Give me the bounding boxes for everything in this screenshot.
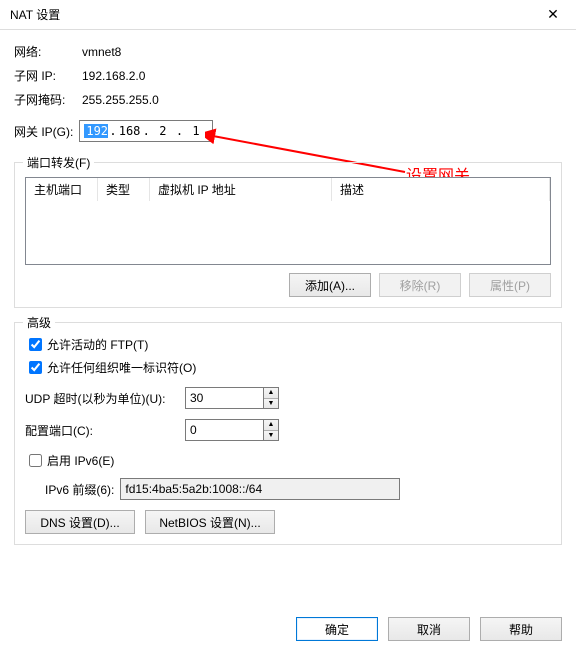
gateway-label: 网关 IP(G): bbox=[14, 123, 73, 140]
dns-settings-button[interactable]: DNS 设置(D)... bbox=[25, 510, 135, 534]
allow-active-ftp-label: 允许活动的 FTP(T) bbox=[47, 336, 148, 353]
subnet-ip-label: 子网 IP: bbox=[14, 66, 82, 86]
spin-up-icon[interactable]: ▲ bbox=[264, 388, 278, 399]
enable-ipv6-label: 启用 IPv6(E) bbox=[47, 452, 114, 469]
titlebar: NAT 设置 ✕ bbox=[0, 0, 576, 30]
udp-timeout-input[interactable] bbox=[185, 387, 263, 409]
window-title: NAT 设置 bbox=[10, 6, 532, 23]
ipv6-prefix-input bbox=[120, 478, 400, 500]
properties-button: 属性(P) bbox=[469, 273, 551, 297]
col-type[interactable]: 类型 bbox=[98, 178, 150, 201]
spin-down-icon[interactable]: ▼ bbox=[264, 431, 278, 441]
enable-ipv6-checkbox[interactable] bbox=[29, 454, 42, 467]
help-button[interactable]: 帮助 bbox=[480, 617, 562, 641]
col-vm-ip[interactable]: 虚拟机 IP 地址 bbox=[150, 178, 332, 201]
advanced-legend: 高级 bbox=[23, 314, 55, 331]
udp-timeout-spinner[interactable]: ▲ ▼ bbox=[185, 387, 279, 409]
allow-active-ftp-checkbox[interactable] bbox=[29, 338, 42, 351]
advanced-group: 高级 允许活动的 FTP(T) 允许任何组织唯一标识符(O) UDP 超时(以秒… bbox=[14, 322, 562, 545]
port-forward-list[interactable]: 主机端口 类型 虚拟机 IP 地址 描述 bbox=[25, 177, 551, 265]
list-header: 主机端口 类型 虚拟机 IP 地址 描述 bbox=[26, 178, 550, 200]
gateway-ip-input[interactable]: 192 . 168 . 2 . 1 bbox=[79, 120, 213, 142]
ip-octet-3[interactable]: 2 bbox=[151, 124, 175, 138]
col-desc[interactable]: 描述 bbox=[332, 178, 550, 201]
network-label: 网络: bbox=[14, 42, 82, 62]
udp-timeout-label: UDP 超时(以秒为单位)(U): bbox=[25, 390, 185, 407]
remove-button: 移除(R) bbox=[379, 273, 461, 297]
ipv6-prefix-label: IPv6 前缀(6): bbox=[45, 481, 114, 498]
subnet-mask-label: 子网掩码: bbox=[14, 90, 82, 110]
cancel-button[interactable]: 取消 bbox=[388, 617, 470, 641]
config-port-spinner[interactable]: ▲ ▼ bbox=[185, 419, 279, 441]
col-host-port[interactable]: 主机端口 bbox=[26, 178, 98, 201]
ip-octet-2[interactable]: 168 bbox=[118, 124, 142, 138]
subnet-mask-value: 255.255.255.0 bbox=[82, 90, 159, 110]
network-value: vmnet8 bbox=[82, 42, 121, 62]
config-port-label: 配置端口(C): bbox=[25, 422, 185, 439]
close-button[interactable]: ✕ bbox=[532, 0, 574, 29]
subnet-ip-value: 192.168.2.0 bbox=[82, 66, 145, 86]
netbios-settings-button[interactable]: NetBIOS 设置(N)... bbox=[145, 510, 275, 534]
spin-down-icon[interactable]: ▼ bbox=[264, 399, 278, 409]
ip-octet-1[interactable]: 192 bbox=[84, 124, 108, 138]
config-port-input[interactable] bbox=[185, 419, 263, 441]
spin-up-icon[interactable]: ▲ bbox=[264, 420, 278, 431]
allow-any-oui-checkbox[interactable] bbox=[29, 361, 42, 374]
ip-octet-4[interactable]: 1 bbox=[184, 124, 208, 138]
port-forward-legend: 端口转发(F) bbox=[23, 154, 94, 171]
port-forward-group: 端口转发(F) 主机端口 类型 虚拟机 IP 地址 描述 添加(A)... 移除… bbox=[14, 162, 562, 308]
add-button[interactable]: 添加(A)... bbox=[289, 273, 371, 297]
allow-any-oui-label: 允许任何组织唯一标识符(O) bbox=[47, 359, 196, 376]
ok-button[interactable]: 确定 bbox=[296, 617, 378, 641]
